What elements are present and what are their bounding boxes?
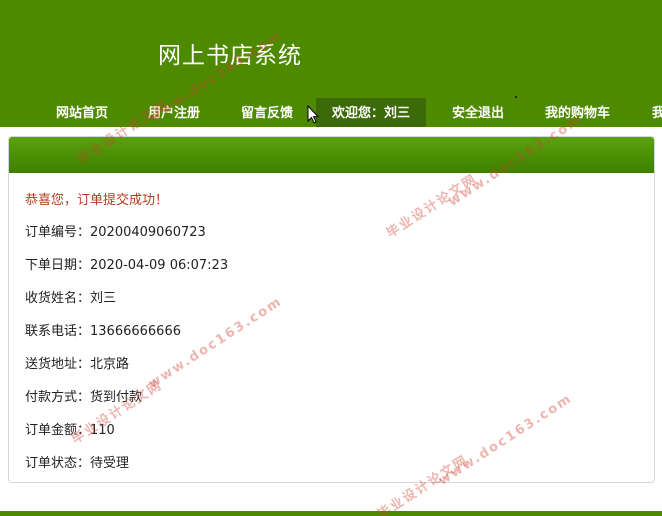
nav-register[interactable]: 用户注册 [148, 98, 200, 127]
field-label: 订单状态： [25, 456, 91, 471]
panel-header [9, 137, 654, 173]
panel-body: 恭喜您，订单提交成功！ 订单编号：20200409060723 下单日期：202… [9, 173, 654, 482]
stray-dot [515, 96, 517, 98]
nav-feedback[interactable]: 留言反馈 [241, 98, 293, 127]
order-status-value: 待受理 [90, 456, 130, 471]
nav-welcome-user[interactable]: 欢迎您：刘三 [316, 98, 427, 127]
main-nav: 网站首页 用户注册 留言反馈 欢迎您：刘三 安全退出 我的购物车 我 [0, 98, 662, 127]
order-date-value: 2020-04-09 06:07:23 [90, 258, 229, 273]
payment-method-value: 货到付款 [90, 390, 143, 405]
nav-my[interactable]: 我 [652, 98, 662, 127]
phone-value: 13666666666 [90, 324, 181, 339]
site-header: 网上书店系统 网站首页 用户注册 留言反馈 欢迎您：刘三 安全退出 我的购物车 … [0, 0, 662, 127]
address-row: 送货地址：北京路 [25, 355, 638, 388]
site-title: 网上书店系统 [158, 43, 302, 69]
success-message: 恭喜您，订单提交成功！ [25, 193, 169, 208]
order-number-value: 20200409060723 [90, 225, 206, 240]
nav-logout[interactable]: 安全退出 [452, 98, 504, 127]
order-amount-row: 订单金额：110 [25, 421, 638, 454]
field-label: 联系电话： [25, 324, 91, 339]
order-amount-value: 110 [90, 423, 115, 438]
field-label: 送货地址： [25, 357, 91, 372]
nav-cart[interactable]: 我的购物车 [545, 98, 610, 127]
nav-home[interactable]: 网站首页 [56, 98, 108, 127]
order-number-row: 订单编号：20200409060723 [25, 223, 638, 256]
field-label: 订单金额： [25, 423, 91, 438]
order-result-panel: 恭喜您，订单提交成功！ 订单编号：20200409060723 下单日期：202… [8, 136, 655, 483]
order-date-row: 下单日期：2020-04-09 06:07:23 [25, 256, 638, 289]
address-value: 北京路 [90, 357, 130, 372]
phone-row: 联系电话：13666666666 [25, 322, 638, 355]
order-status-row: 订单状态：待受理 [25, 454, 638, 482]
mouse-cursor-icon [307, 105, 319, 124]
payment-method-row: 付款方式：货到付款 [25, 388, 638, 421]
field-label: 收货姓名： [25, 291, 91, 306]
receiver-name-value: 刘三 [90, 291, 117, 306]
field-label: 订单编号： [25, 225, 91, 240]
field-label: 付款方式： [25, 390, 91, 405]
footer-bar [0, 511, 662, 516]
receiver-name-row: 收货姓名：刘三 [25, 289, 638, 322]
field-label: 下单日期： [25, 258, 91, 273]
